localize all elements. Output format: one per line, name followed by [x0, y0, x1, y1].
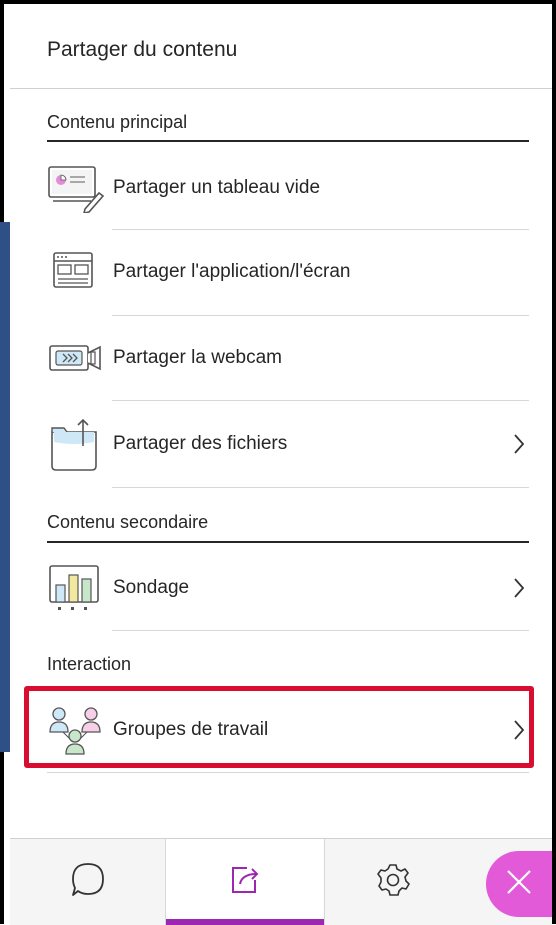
background-side-strip	[0, 222, 10, 752]
chevron-right-icon	[509, 715, 529, 745]
application-window-icon	[47, 246, 107, 298]
share-files-item[interactable]: Partager des fichiers	[47, 404, 529, 484]
tab-share-content[interactable]	[165, 839, 325, 925]
window-frame-right	[552, 0, 556, 924]
folder-upload-icon	[47, 418, 107, 471]
active-tab-indicator	[166, 919, 324, 925]
section-header-main: Contenu principal	[47, 112, 188, 132]
share-application-label: Partager l'application/l'écran	[113, 261, 351, 282]
breakout-groups-icon	[47, 704, 107, 756]
section-rule-secondary	[47, 541, 529, 543]
row-divider	[47, 772, 529, 773]
breakout-groups-item[interactable]: Groupes de travail	[47, 690, 529, 770]
section-header-secondary: Contenu secondaire	[47, 512, 209, 532]
section-rule-main	[47, 140, 529, 142]
share-content-icon	[225, 860, 265, 905]
panel-title: Partager du contenu	[47, 38, 238, 61]
webcam-icon	[47, 332, 107, 384]
share-whiteboard-label: Partager un tableau vide	[113, 177, 321, 198]
share-whiteboard-item[interactable]: Partager un tableau vide	[47, 148, 529, 228]
tab-chat[interactable]	[10, 839, 165, 925]
section-header-interaction: Interaction	[47, 654, 132, 674]
settings-gear-icon	[373, 860, 413, 905]
row-divider	[112, 315, 529, 316]
share-application-item[interactable]: Partager l'application/l'écran	[47, 232, 529, 312]
chevron-right-icon	[509, 573, 529, 603]
row-divider	[112, 630, 529, 631]
close-icon	[504, 867, 534, 902]
chat-icon	[68, 860, 108, 905]
poll-item[interactable]: Sondage	[47, 548, 529, 628]
share-files-label: Partager des fichiers	[113, 433, 288, 454]
share-webcam-item[interactable]: Partager la webcam	[47, 318, 529, 398]
share-content-panel: Partager du contenu Contenu principal Pa…	[10, 4, 552, 925]
chevron-right-icon	[509, 429, 529, 459]
share-webcam-label: Partager la webcam	[113, 347, 282, 368]
whiteboard-icon	[47, 162, 107, 214]
bottom-navigation-bar	[10, 838, 552, 925]
title-divider	[10, 88, 552, 89]
poll-label: Sondage	[113, 577, 190, 598]
tab-settings[interactable]	[323, 839, 463, 925]
row-divider	[112, 487, 529, 488]
breakout-groups-label: Groupes de travail	[113, 719, 269, 740]
row-divider	[112, 229, 529, 230]
row-divider	[112, 400, 529, 401]
close-panel-button[interactable]	[486, 851, 552, 917]
poll-chart-icon	[47, 562, 107, 614]
